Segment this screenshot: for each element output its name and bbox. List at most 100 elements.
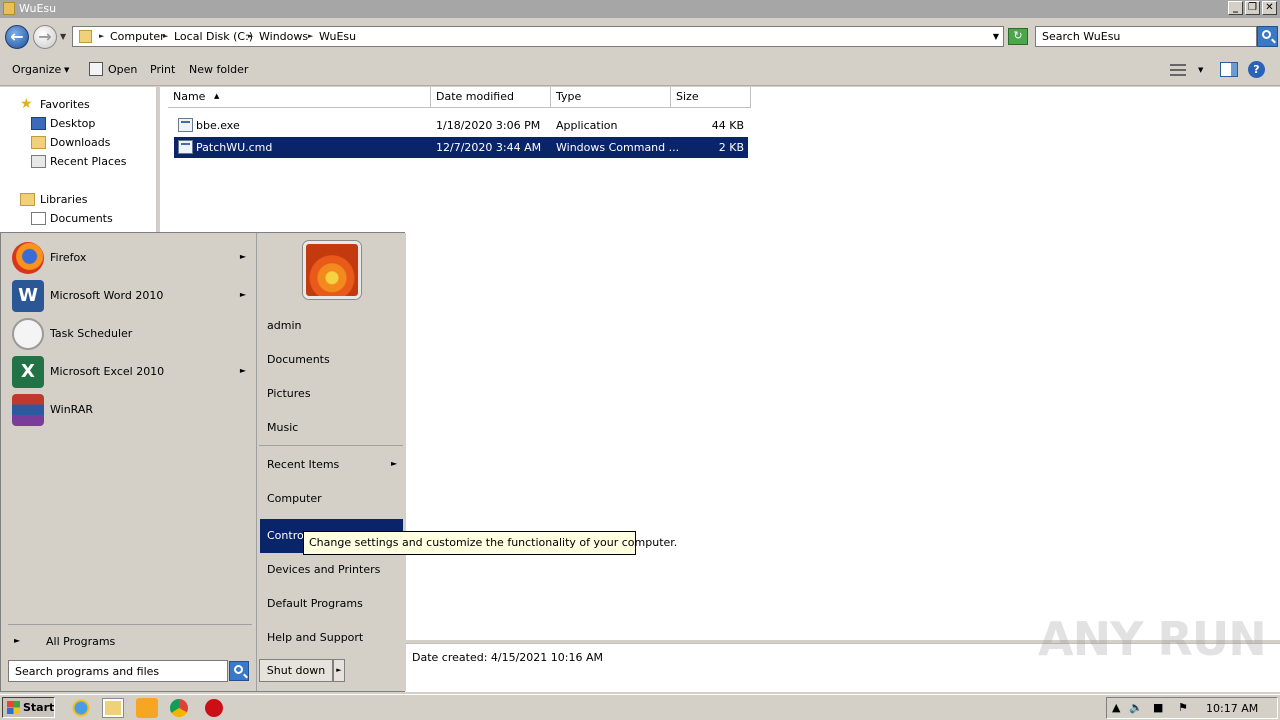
nav-downloads[interactable]: Downloads [50, 136, 110, 149]
start-search-input[interactable]: Search programs and files [8, 660, 228, 682]
nav-libraries[interactable]: Libraries [40, 193, 88, 206]
link-default-programs[interactable]: Default Programs [267, 597, 363, 610]
word-icon: W [12, 280, 44, 312]
nav-favorites[interactable]: Favorites [40, 98, 90, 111]
file-date: 1/18/2020 3:06 PM [436, 119, 541, 132]
tooltip: Change settings and customize the functi… [303, 531, 677, 555]
link-help-support[interactable]: Help and Support [267, 631, 363, 644]
desktop-icon [31, 117, 46, 130]
history-dropdown-icon[interactable]: ▼ [60, 32, 66, 41]
address-dropdown-icon[interactable]: ▼ [993, 32, 999, 41]
opera-icon[interactable] [205, 699, 223, 717]
taskbar: Start ▲ 🔈 ■ ⚑ 10:17 AM [0, 694, 1280, 720]
search-icon[interactable] [1257, 26, 1278, 47]
column-header-type[interactable]: Type [551, 87, 671, 108]
open-icon [89, 62, 103, 76]
print-button[interactable]: Print [150, 63, 175, 76]
back-button[interactable]: ← [5, 25, 29, 49]
date-created: Date created: 4/15/2021 10:16 AM [412, 651, 604, 664]
help-icon[interactable]: ? [1248, 61, 1265, 78]
all-programs[interactable]: All Programs [46, 635, 115, 648]
navigation-pane: ★ Favorites Desktop Downloads Recent Pla… [0, 87, 157, 232]
chevron-down-icon[interactable]: ▼ [1198, 66, 1203, 74]
link-music[interactable]: Music [267, 421, 298, 434]
watermark: ANY RUN [1038, 612, 1267, 666]
folder-icon [79, 30, 92, 43]
file-row-patchwu[interactable]: PatchWU.cmd 12/7/2020 3:44 AM Windows Co… [174, 137, 748, 158]
window-title-bar[interactable]: WuEsu _ ❐ ✕ [0, 0, 1280, 18]
open-button[interactable]: Open [108, 63, 137, 76]
divider [259, 445, 403, 446]
excel-icon: X [12, 356, 44, 388]
recent-places-icon [31, 155, 46, 168]
forward-button[interactable]: → [33, 25, 57, 49]
search-input[interactable]: Search WuEsu [1035, 26, 1257, 47]
action-center-flag-icon[interactable]: ⚑ [1178, 701, 1188, 714]
chevron-right-icon[interactable]: ► [99, 32, 104, 40]
new-folder-button[interactable]: New folder [189, 63, 248, 76]
column-header-size[interactable]: Size [671, 87, 751, 108]
file-row-bbe[interactable]: bbe.exe 1/18/2020 3:06 PM Application 44… [174, 115, 748, 136]
link-documents[interactable]: Documents [267, 353, 330, 366]
column-header-date[interactable]: Date modified [431, 87, 551, 108]
volume-icon[interactable]: 🔈 [1129, 701, 1143, 714]
documents-icon [31, 212, 46, 225]
chevron-right-icon[interactable]: ► [248, 32, 253, 40]
file-size: 2 KB [718, 141, 744, 154]
explorer-icon[interactable] [102, 698, 124, 718]
chevron-right-icon[interactable]: ► [14, 636, 20, 645]
winrar-icon [12, 394, 44, 426]
link-devices-printers[interactable]: Devices and Printers [267, 563, 380, 576]
program-firefox[interactable]: Firefox ► [10, 240, 250, 276]
link-computer[interactable]: Computer [267, 492, 322, 505]
program-word[interactable]: W Microsoft Word 2010 ► [10, 278, 250, 314]
view-options-icon[interactable] [1170, 64, 1186, 76]
nav-desktop[interactable]: Desktop [50, 117, 95, 130]
link-recent-items[interactable]: Recent Items [267, 458, 339, 471]
clock[interactable]: 10:17 AM [1206, 702, 1258, 715]
chevron-right-icon[interactable]: ► [308, 32, 313, 40]
start-button[interactable]: Start [2, 697, 55, 718]
program-winrar[interactable]: WinRAR [10, 392, 250, 428]
organize-button[interactable]: Organize [12, 63, 61, 76]
column-header-name[interactable]: Name ▲ [168, 87, 431, 108]
program-task-scheduler[interactable]: Task Scheduler [10, 316, 250, 352]
breadcrumb-windows[interactable]: Windows [259, 30, 308, 43]
show-hidden-icons-icon[interactable]: ▲ [1112, 701, 1120, 714]
folder-icon [3, 2, 15, 15]
firefox-icon [12, 242, 44, 274]
file-name: bbe.exe [196, 119, 240, 132]
preview-pane-icon[interactable] [1220, 62, 1238, 77]
link-pictures[interactable]: Pictures [267, 387, 311, 400]
chevron-right-icon: ► [239, 366, 246, 375]
chrome-icon[interactable] [170, 699, 188, 717]
breadcrumb-wuesu[interactable]: WuEsu [319, 30, 356, 43]
chevron-right-icon[interactable]: ► [163, 32, 168, 40]
link-user[interactable]: admin [267, 319, 301, 332]
search-icon[interactable] [229, 661, 249, 681]
address-field[interactable]: ► Computer ► Local Disk (C:) ► Windows ►… [72, 26, 1004, 47]
shutdown-options-icon[interactable]: ► [333, 659, 345, 682]
refresh-icon[interactable]: ↻ [1008, 28, 1028, 45]
minimize-button[interactable]: _ [1228, 1, 1243, 15]
avatar[interactable] [303, 241, 361, 299]
breadcrumb-local-disk[interactable]: Local Disk (C:) [174, 30, 253, 43]
chevron-right-icon: ► [391, 459, 398, 468]
nav-recent-places[interactable]: Recent Places [50, 155, 127, 168]
nav-documents[interactable]: Documents [50, 212, 113, 225]
internet-explorer-icon[interactable] [70, 698, 92, 718]
start-menu-places: admin Documents Pictures Music Recent It… [256, 233, 406, 691]
program-excel[interactable]: X Microsoft Excel 2010 ► [10, 354, 250, 390]
network-icon[interactable]: ■ [1153, 701, 1163, 714]
breadcrumb-computer[interactable]: Computer [110, 30, 165, 43]
file-name: PatchWU.cmd [196, 141, 273, 154]
divider [8, 624, 252, 625]
media-player-icon[interactable] [136, 698, 158, 718]
shutdown-button[interactable]: Shut down [259, 659, 333, 682]
chevron-down-icon[interactable]: ▼ [64, 66, 69, 74]
star-icon: ★ [20, 96, 33, 112]
close-button[interactable]: ✕ [1262, 1, 1277, 15]
command-bar: Organize ▼ Open Print New folder ▼ ? [0, 54, 1280, 86]
libraries-icon [20, 193, 35, 206]
restore-button[interactable]: ❐ [1245, 1, 1260, 15]
